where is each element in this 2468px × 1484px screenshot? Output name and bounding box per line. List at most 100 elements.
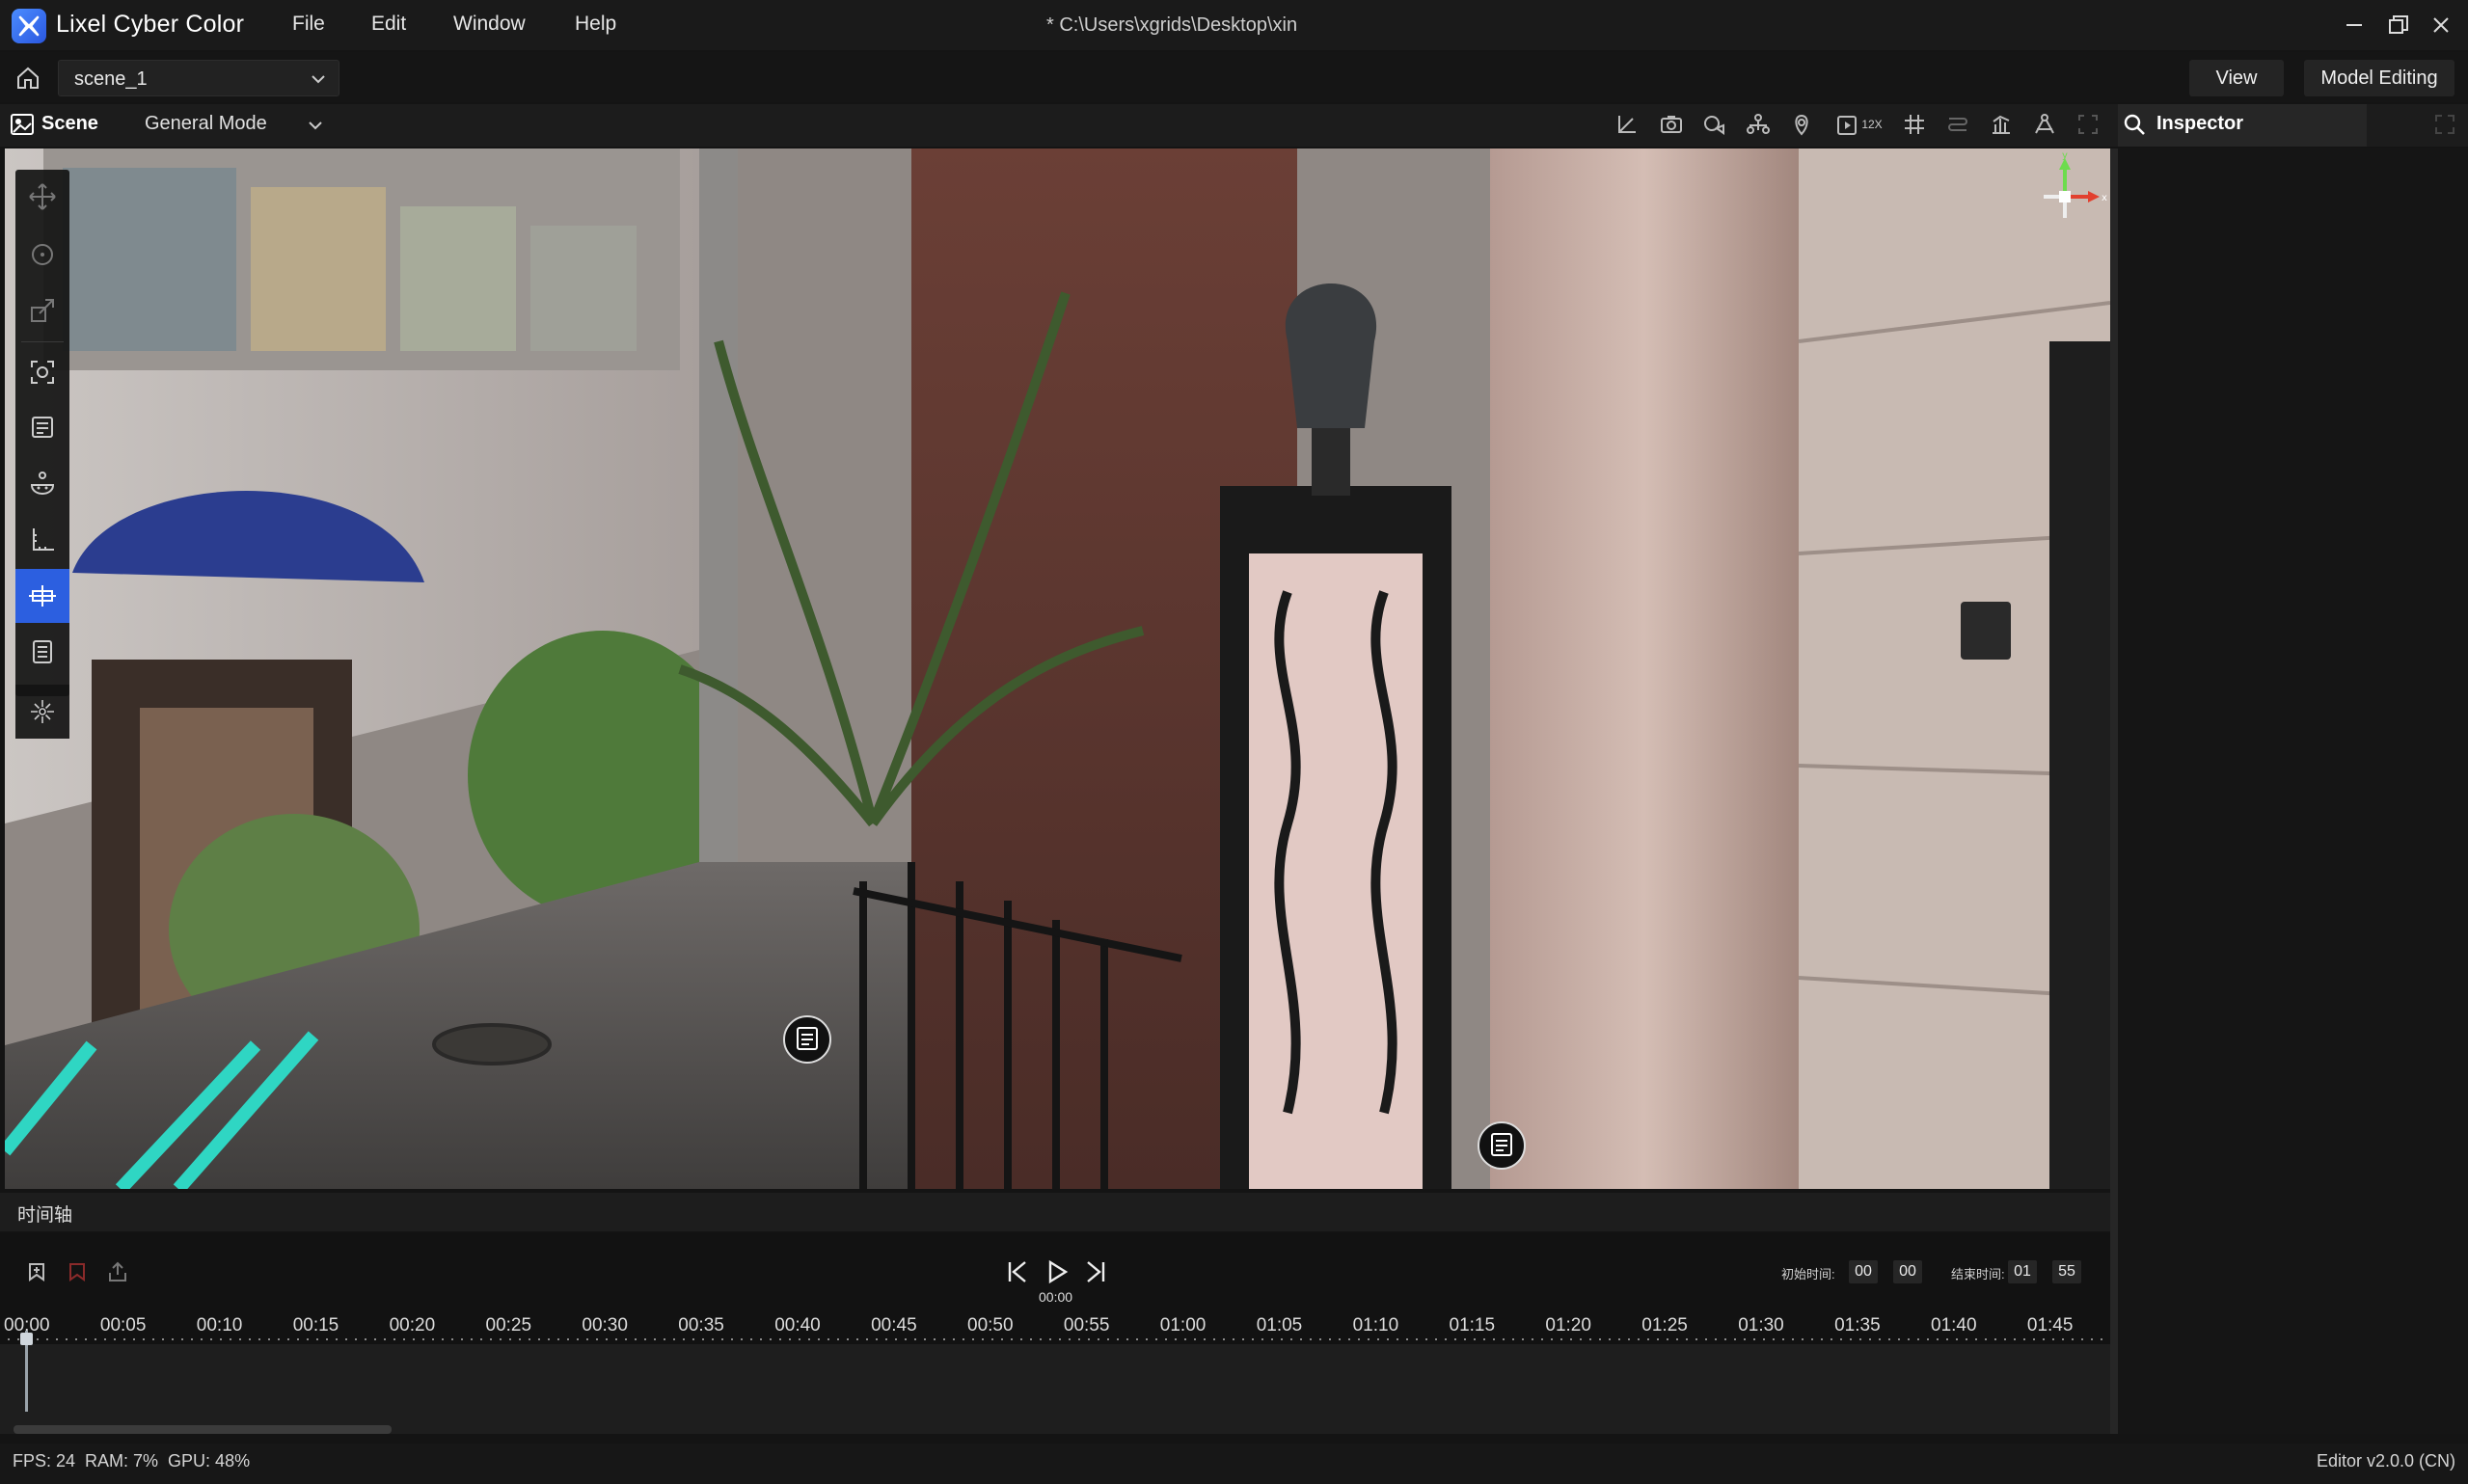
compass-icon[interactable] xyxy=(2030,110,2059,139)
ruler-tick xyxy=(1088,1338,1090,1340)
timeline-scrollbar[interactable] xyxy=(14,1425,392,1434)
ruler-tick xyxy=(943,1338,945,1340)
skip-back-icon[interactable] xyxy=(1006,1259,1029,1284)
ruler-tick xyxy=(268,1338,270,1340)
speed-button[interactable]: 12X xyxy=(1831,110,1888,139)
model-editing-button[interactable]: Model Editing xyxy=(2304,60,2454,96)
ai-sparkle-icon[interactable] xyxy=(15,685,69,739)
menu-file[interactable]: File xyxy=(292,13,325,36)
ruler-tick xyxy=(2043,1338,2045,1340)
tick-label: 00:10 xyxy=(196,1315,243,1336)
tick-label: 01:00 xyxy=(1159,1315,1207,1336)
add-keyframe-icon[interactable] xyxy=(25,1260,48,1283)
menu-window[interactable]: Window xyxy=(453,13,526,36)
ruler-tick xyxy=(1560,1338,1562,1340)
ruler-tick xyxy=(1946,1338,1948,1340)
robot-tool-icon[interactable] xyxy=(15,457,69,511)
start-seconds-input[interactable]: 00 xyxy=(1893,1260,1922,1283)
network-icon[interactable] xyxy=(1744,110,1773,139)
location-pin-icon[interactable] xyxy=(1787,110,1816,139)
maximize-button[interactable] xyxy=(2376,6,2421,44)
video-icon[interactable] xyxy=(1700,110,1729,139)
export-icon[interactable] xyxy=(106,1260,129,1283)
ruler-tick xyxy=(181,1338,183,1340)
ruler-tick xyxy=(702,1338,704,1340)
camera-icon[interactable] xyxy=(1657,110,1686,139)
fullscreen-icon[interactable] xyxy=(2074,110,2102,139)
ruler-tick xyxy=(1869,1338,1871,1340)
ruler-tick xyxy=(1879,1338,1881,1340)
tick-label: 00:30 xyxy=(582,1315,628,1336)
end-seconds-input[interactable]: 55 xyxy=(2052,1260,2081,1283)
move-tool-icon[interactable] xyxy=(15,170,69,224)
ruler-tick xyxy=(731,1338,733,1340)
ruler-tick xyxy=(1821,1338,1823,1340)
ruler-tick xyxy=(143,1338,145,1340)
rotate-tool-icon[interactable] xyxy=(15,228,69,282)
ruler-tick xyxy=(963,1338,964,1340)
playhead-handle[interactable] xyxy=(20,1333,33,1345)
scene-tab[interactable]: Scene xyxy=(41,113,98,135)
plane-tool-icon[interactable] xyxy=(15,569,69,623)
ruler-tick xyxy=(316,1338,318,1340)
ruler-tick xyxy=(1030,1338,1032,1340)
scale-tool-icon[interactable] xyxy=(15,283,69,337)
panel-expand-icon[interactable] xyxy=(2432,112,2457,137)
ruler-tick xyxy=(393,1338,395,1340)
ruler-tick xyxy=(162,1338,164,1340)
chart-icon[interactable] xyxy=(1987,110,2016,139)
ruler-tick xyxy=(1011,1338,1013,1340)
chevron-down-icon[interactable] xyxy=(307,117,324,134)
ruler-tick xyxy=(1117,1338,1119,1340)
delete-keyframe-icon[interactable] xyxy=(66,1260,89,1283)
route-icon[interactable] xyxy=(1943,110,1972,139)
view-button[interactable]: View xyxy=(2189,60,2284,96)
timeline-header xyxy=(0,1193,2110,1231)
annotation-marker-icon[interactable] xyxy=(782,1014,832,1065)
ruler-tick xyxy=(1493,1338,1495,1340)
ruler-tick xyxy=(2062,1338,2064,1340)
menu-edit[interactable]: Edit xyxy=(371,13,406,36)
ruler-tick xyxy=(1927,1338,1929,1340)
ruler-tick xyxy=(422,1338,424,1340)
skip-forward-icon[interactable] xyxy=(1084,1259,1107,1284)
left-toolbar xyxy=(15,170,69,696)
ruler-tick xyxy=(75,1338,77,1340)
tick-label: 01:20 xyxy=(1545,1315,1591,1336)
ruler-tick xyxy=(509,1338,511,1340)
grid-icon[interactable] xyxy=(1900,110,1929,139)
ruler-tick xyxy=(1155,1338,1157,1340)
minimize-button[interactable] xyxy=(2332,6,2376,44)
ruler-tick xyxy=(1358,1338,1360,1340)
annotation-tool-icon[interactable] xyxy=(15,401,69,455)
timeline-track[interactable] xyxy=(0,1344,2110,1434)
inspector-panel xyxy=(2118,148,2468,1434)
orientation-gizmo[interactable]: y x xyxy=(2030,148,2107,226)
ruler-tick xyxy=(1377,1338,1379,1340)
scene-select[interactable]: scene_1 xyxy=(58,60,339,96)
close-button[interactable] xyxy=(2419,6,2463,44)
scene-viewport[interactable]: y x xyxy=(5,148,2110,1189)
ruler-tick xyxy=(85,1338,87,1340)
mode-select[interactable]: General Mode xyxy=(145,113,267,135)
home-icon[interactable] xyxy=(12,64,44,93)
ruler-tick xyxy=(837,1338,839,1340)
annotation-marker-icon[interactable] xyxy=(1477,1120,1527,1171)
ruler-tick xyxy=(538,1338,540,1340)
axis-icon[interactable] xyxy=(1613,110,1641,139)
ruler-tick xyxy=(2033,1338,2035,1340)
ruler-tick xyxy=(1136,1338,1138,1340)
menu-help[interactable]: Help xyxy=(575,13,616,36)
panel-splitter[interactable] xyxy=(2110,148,2118,1434)
focus-tool-icon[interactable] xyxy=(15,345,69,399)
ruler-tick xyxy=(905,1338,907,1340)
play-icon[interactable] xyxy=(1045,1259,1069,1284)
ruler-tick xyxy=(1888,1338,1890,1340)
measure-tool-icon[interactable] xyxy=(15,513,69,567)
start-minutes-input[interactable]: 00 xyxy=(1849,1260,1878,1283)
end-minutes-input[interactable]: 01 xyxy=(2008,1260,2037,1283)
ruler-tick xyxy=(1734,1338,1736,1340)
ruler-tick xyxy=(1792,1338,1794,1340)
notes-tool-icon[interactable] xyxy=(15,625,69,679)
ruler-tick xyxy=(480,1338,482,1340)
